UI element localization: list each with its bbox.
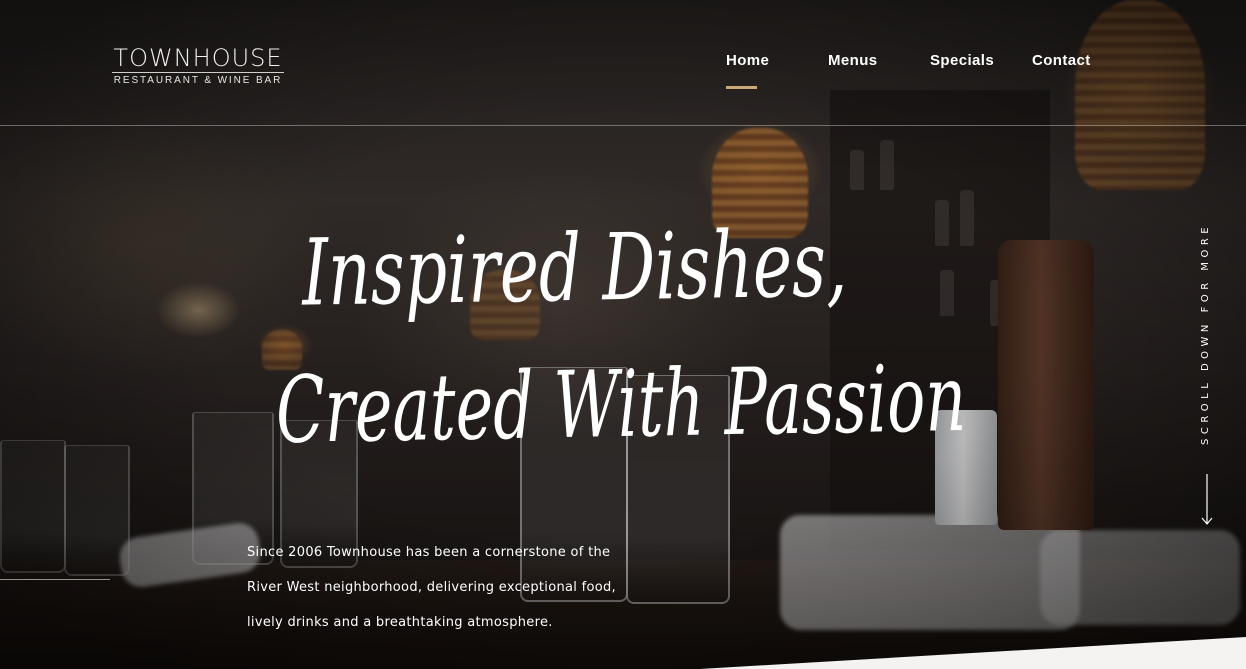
section-divider-slant xyxy=(700,637,1246,669)
page: TOWNHOUSE RESTAURANT & WINE BAR Home Men… xyxy=(0,0,1246,669)
